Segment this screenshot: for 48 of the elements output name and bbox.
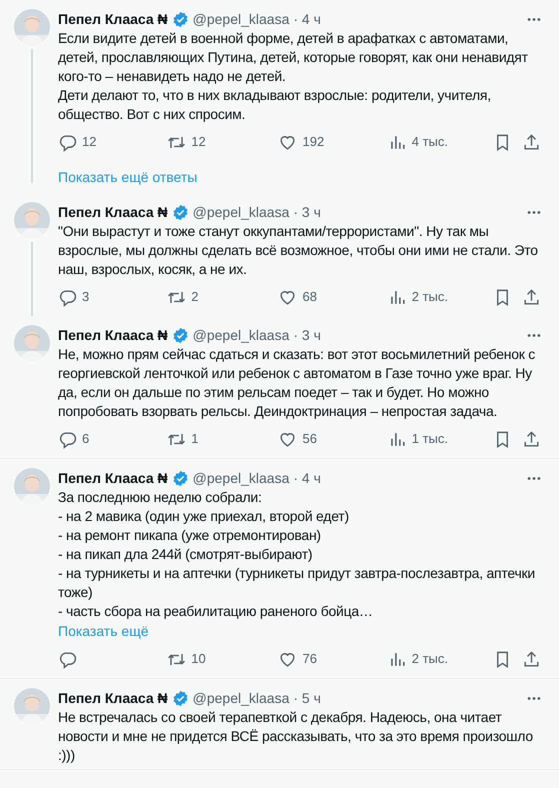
post-time[interactable]: · 3 ч [293,202,321,222]
author-name[interactable]: Пепел Клааса ₦ [58,202,168,222]
post-text: "Они вырастут и тоже станут оккупантами/террористами". Ну так мы взрослые, мы должны сделать всё возможное, чтобы они ими не стали. Это наш, взрослых, косяк, а не их. [58,222,539,279]
more-icon[interactable] [527,476,541,480]
repost-count: 12 [191,133,206,152]
like-count: 192 [302,133,324,152]
view-count: 2 тыс. [412,650,448,668]
view-count: 2 тыс. [412,288,448,306]
post-time[interactable]: · 4 ч [293,8,321,30]
like-count: 76 [302,650,317,668]
reply-count: 12 [82,133,96,152]
share-icon[interactable] [522,650,542,668]
post-time[interactable]: · 3 ч [293,324,321,346]
post-text: Не встречалась со своей терапевткой с декабря. Надеюсь, она читает новости и мне не придется ВСЁ рассказывать, что за это время произошло :))) [58,708,534,765]
like-count: 56 [302,430,317,448]
like-count: 68 [302,288,317,306]
more-icon[interactable] [527,210,541,214]
repost-count: 10 [191,650,206,668]
author-handle[interactable]: @pepel_klaasa [192,324,290,346]
post-text: За последнюю неделю собрали: - на 2 мавика (один уже приехал, второй едет) - на ремонт пикапа (уже отремонтирован) - на пикап дла 244й (смотрят-выбирают) - на турникеты и на аптечки (турникеты придут завтра-послезавтра, аптечки тоже) - часть сбора на реабилитацию раненого бойца… [58,488,536,621]
post-text: Не, можно прям сейчас сдаться и сказать: вот этот восьмилетний ребенок с георгиевской ленточкой или ребенок с автоматом в Газе точно уже враг. Ну да, если он дальше по этим рельсам поедет – так и будет. Но можно попробовать взорвать рельсы. Деиндоктринация – непростая задача. [58,345,536,421]
more-icon[interactable] [527,696,541,700]
reply-icon[interactable] [58,132,77,152]
post-time[interactable]: · 4 ч [293,468,321,488]
author-name[interactable]: Пепел Клааса ₦ [58,688,168,708]
reply-icon[interactable] [58,430,77,448]
reply-count: 3 [82,288,90,306]
author-handle[interactable]: @pepel_klaasa [192,688,290,708]
author-handle[interactable]: @pepel_klaasa [192,468,290,488]
share-icon[interactable] [522,430,542,448]
repost-count: 1 [191,430,198,448]
more-icon[interactable] [527,16,541,22]
author-handle[interactable]: @pepel_klaasa [192,202,290,222]
more-icon[interactable] [527,332,541,338]
view-count: 1 тыс. [412,430,448,448]
post-time[interactable]: · 5 ч [293,688,321,708]
share-icon[interactable] [522,132,542,152]
reply-icon[interactable] [58,650,77,668]
share-icon[interactable] [522,288,542,306]
author-name[interactable]: Пепел Клааса ₦ [58,324,168,346]
repost-count: 2 [191,288,198,306]
author-handle[interactable]: @pepel_klaasa [192,8,290,30]
author-name[interactable]: Пепел Клааса ₦ [58,468,168,488]
reply-count: 6 [82,430,90,448]
view-count: 4 тыс. [412,133,448,152]
reply-icon[interactable] [58,288,77,306]
post-text: Если видите детей в военной форме, детей в арафатках с автоматами, детей, прославляющих Путина, детей, которые говорят, как они ненавидят кого-то – ненавидеть надо не детей. Дети делают то, что в них вкладывают взрослые: родители, учителя, общество. Вот с них спросим. [58,29,529,124]
author-name[interactable]: Пепел Клааса ₦ [58,8,168,30]
